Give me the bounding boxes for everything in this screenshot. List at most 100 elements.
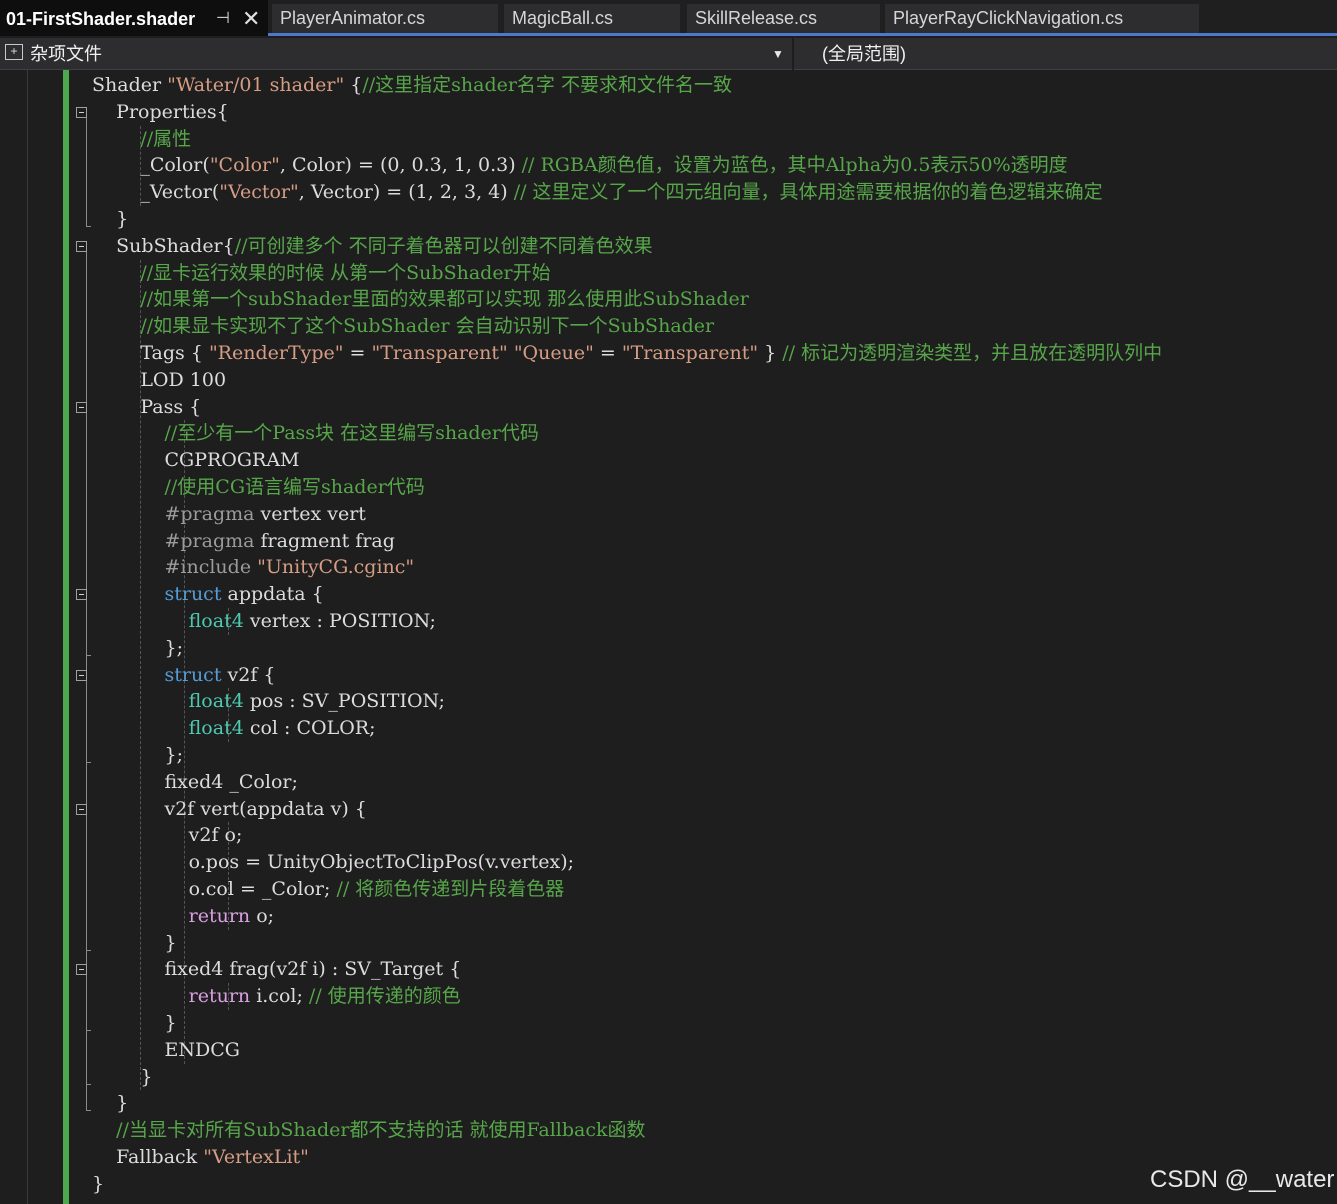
outline-bracket-end xyxy=(86,654,91,656)
code-line[interactable]: struct appdata { xyxy=(92,581,324,608)
code-line[interactable]: #pragma vertex vert xyxy=(92,501,365,528)
code-token: } xyxy=(92,1065,153,1088)
collapse-icon[interactable] xyxy=(76,803,87,815)
code-line[interactable]: return o; xyxy=(92,903,274,930)
watermark: CSDN @__water xyxy=(1150,1166,1335,1193)
code-token: #pragma xyxy=(92,529,255,552)
code-token: Tags { xyxy=(92,342,209,364)
code-line[interactable]: v2f o; xyxy=(92,822,243,849)
code-line[interactable]: _Color("Color", Color) = (0, 0.3, 1, 0.3… xyxy=(92,152,1068,179)
code-line[interactable]: #include "UnityCG.cginc" xyxy=(92,554,414,581)
code-line[interactable]: fixed4 frag(v2f i) : SV_Target { xyxy=(92,956,461,983)
collapse-icon[interactable] xyxy=(76,401,87,413)
code-token: //显卡运行效果的时候 从第一个SubShader开始 xyxy=(92,261,551,284)
code-line[interactable]: v2f vert(appdata v) { xyxy=(92,796,366,823)
code-token: // 使用传递的颜色 xyxy=(308,985,461,1008)
code-line[interactable]: Pass { xyxy=(92,394,201,421)
code-token: } xyxy=(92,1092,129,1115)
outline-bracket-end xyxy=(86,762,91,763)
code-line[interactable]: struct v2f { xyxy=(92,662,276,689)
code-token: v2f { xyxy=(221,663,276,686)
code-line[interactable]: ENDCG xyxy=(92,1037,239,1064)
code-token: struct xyxy=(92,663,222,686)
collapse-icon[interactable] xyxy=(76,589,87,601)
code-line[interactable]: } xyxy=(92,1064,152,1091)
code-line[interactable]: //属性 xyxy=(92,126,191,153)
misc-files-icon: + xyxy=(5,44,23,60)
code-line[interactable]: }; xyxy=(92,742,183,769)
code-line[interactable]: Shader "Water/01 shader" {//这里指定shader名字… xyxy=(92,72,732,99)
close-icon[interactable]: ✕ xyxy=(242,0,260,36)
code-line[interactable]: Tags { "RenderType" = "Transparent" "Que… xyxy=(92,340,1162,367)
code-token: appdata { xyxy=(221,583,324,606)
collapse-icon[interactable] xyxy=(76,106,87,118)
collapse-icon[interactable] xyxy=(76,669,87,681)
code-token: "RenderType" xyxy=(208,342,344,364)
code-token: } xyxy=(92,1012,177,1034)
code-line[interactable]: return i.col; // 使用传递的颜色 xyxy=(92,983,461,1010)
code-line[interactable]: } xyxy=(92,930,176,957)
code-line[interactable]: o.col = _Color; // 将颜色传递到片段着色器 xyxy=(92,876,565,903)
code-line[interactable]: LOD 100 xyxy=(92,367,226,394)
code-token: float4 xyxy=(92,690,244,713)
code-token: return xyxy=(92,985,251,1008)
code-editor[interactable]: Shader "Water/01 shader" {//这里指定shader名字… xyxy=(0,70,1337,1204)
code-line[interactable]: } xyxy=(92,206,128,233)
code-token: "Queue" xyxy=(513,342,594,364)
tab-01-firstshader[interactable]: 01-FirstShader.shader ⊣ ✕ xyxy=(0,0,268,36)
code-token: Properties{ xyxy=(92,100,229,123)
code-token: //如果第一个subShader里面的效果都可以实现 那么使用此SubShade… xyxy=(92,288,749,311)
tab-playeranimator[interactable]: PlayerAnimator.cs xyxy=(272,4,498,33)
code-token: , Color) = (0, 0.3, 1, 0.3) xyxy=(279,154,522,177)
code-line[interactable]: float4 col : COLOR; xyxy=(92,715,376,742)
tab-label: MagicBall.cs xyxy=(512,8,614,28)
code-line[interactable]: float4 vertex : POSITION; xyxy=(92,608,436,635)
code-line[interactable]: _Vector("Vector", Vector) = (1, 2, 3, 4)… xyxy=(92,179,1102,206)
code-line[interactable]: float4 pos : SV_POSITION; xyxy=(92,688,445,715)
code-line[interactable]: CGPROGRAM xyxy=(92,447,299,474)
project-dropdown-label: 杂项文件 xyxy=(30,44,102,64)
code-line[interactable]: //如果显卡实现不了这个SubShader 会自动识别下一个SubShader xyxy=(92,313,714,340)
tab-magicball[interactable]: MagicBall.cs xyxy=(504,4,680,33)
code-token: = xyxy=(593,342,622,364)
code-token: }; xyxy=(92,744,183,766)
code-token: , Vector) = (1, 2, 3, 4) xyxy=(298,181,514,204)
code-token: "Vector" xyxy=(219,181,299,204)
code-line[interactable]: } xyxy=(92,1010,177,1037)
code-token: //当显卡对所有SubShader都不支持的话 就使用Fallback函数 xyxy=(92,1119,646,1142)
code-line[interactable]: } xyxy=(92,1171,104,1198)
code-line[interactable]: //使用CG语言编写shader代码 xyxy=(92,474,424,501)
code-token: return xyxy=(92,904,251,927)
code-token: LOD 100 xyxy=(92,368,227,391)
chevron-down-icon[interactable]: ▼ xyxy=(772,40,784,68)
code-token: //可创建多个 不同子着色器可以创建不同着色效果 xyxy=(234,234,653,257)
code-line[interactable]: //当显卡对所有SubShader都不支持的话 就使用Fallback函数 xyxy=(92,1117,646,1144)
scope-dropdown[interactable]: (全局范围) xyxy=(822,40,906,68)
code-line[interactable]: Properties{ xyxy=(92,99,229,126)
outline-bracket xyxy=(86,117,87,226)
code-line[interactable]: }; xyxy=(92,635,183,662)
code-line[interactable]: //如果第一个subShader里面的效果都可以实现 那么使用此SubShade… xyxy=(92,286,749,313)
code-line[interactable]: } xyxy=(92,1090,128,1117)
code-token: struct xyxy=(92,583,222,606)
code-token: // 标记为透明渲染类型，并且放在透明队列中 xyxy=(782,342,1163,364)
code-line[interactable]: fixed4 _Color; xyxy=(92,769,297,796)
code-token: // RGBA颜色值，设置为蓝色，其中Alpha为0.5表示50%透明度 xyxy=(521,154,1068,177)
tab-skillrelease[interactable]: SkillRelease.cs xyxy=(687,4,880,33)
collapse-icon[interactable] xyxy=(76,240,87,252)
collapse-icon[interactable] xyxy=(76,964,87,976)
code-line[interactable]: #pragma fragment frag xyxy=(92,528,394,555)
code-token: } xyxy=(758,342,783,364)
code-token: o.col = _Color; xyxy=(92,878,337,900)
code-line[interactable]: Fallback "VertexLit" xyxy=(92,1144,309,1171)
code-line[interactable]: //显卡运行效果的时候 从第一个SubShader开始 xyxy=(92,260,551,287)
project-dropdown[interactable]: + 杂项文件 ▼ xyxy=(2,40,792,68)
pin-icon[interactable]: ⊣ xyxy=(216,0,230,36)
code-line[interactable]: //至少有一个Pass块 在这里编写shader代码 xyxy=(92,420,538,447)
navigation-bar: + 杂项文件 ▼ (全局范围) xyxy=(0,38,1337,70)
code-token: "Color" xyxy=(209,154,280,177)
code-token: col : COLOR; xyxy=(243,717,376,740)
code-line[interactable]: o.pos = UnityObjectToClipPos(v.vertex); xyxy=(92,849,574,876)
tab-playerrayclicknavigation[interactable]: PlayerRayClickNavigation.cs xyxy=(885,4,1199,33)
code-line[interactable]: SubShader{//可创建多个 不同子着色器可以创建不同着色效果 xyxy=(92,233,653,260)
